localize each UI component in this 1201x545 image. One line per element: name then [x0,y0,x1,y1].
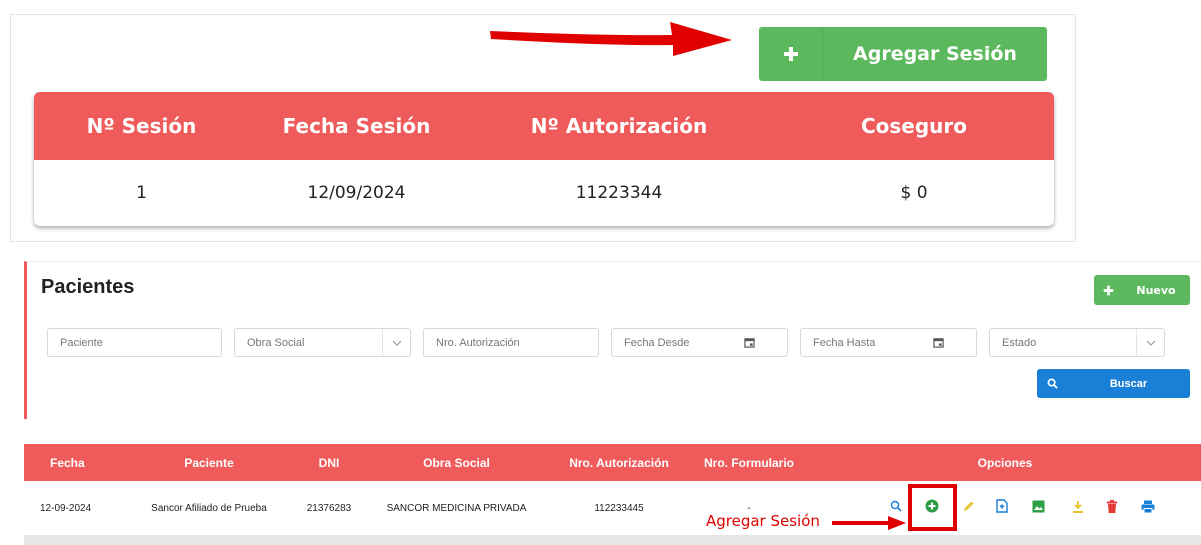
header-patient: Paciente [184,455,234,470]
header-authorization-number: Nº Autorización [530,114,708,138]
cell-patient: Sancor Afiliado de Prueba [151,502,267,514]
new-button[interactable]: Nuevo [1094,275,1190,305]
authorization-number-input[interactable]: Nro. Autorización [423,328,599,357]
header-options: Opciones [977,455,1033,470]
pencil-icon[interactable] [960,498,976,514]
file-upload-icon[interactable] [994,498,1010,514]
cell-copayment: $ 0 [900,183,928,203]
header-dni: DNI [318,455,340,470]
table-footer-strip [24,535,1201,545]
chevron-down-icon [382,329,410,356]
calendar-icon[interactable] [930,329,946,356]
sessions-table: Nº Sesión Fecha Sesión Nº Autorización C… [34,92,1054,226]
cell-session-date: 12/09/2024 [307,183,406,203]
cell-session-number: 1 [136,183,147,203]
calendar-icon[interactable] [741,329,757,356]
date-to-input[interactable]: Fecha Hasta [800,328,977,357]
plus-icon [759,27,823,81]
search-button[interactable]: Buscar [1037,369,1190,398]
print-icon[interactable] [1140,498,1156,514]
sessions-table-header: Nº Sesión Fecha Sesión Nº Autorización C… [34,92,1054,160]
date-to-placeholder: Fecha Hasta [813,336,876,349]
cell-health-insurance: SANCOR MEDICINA PRIVADA [386,502,527,514]
header-date: Fecha [50,455,85,470]
status-select[interactable]: Estado [989,328,1165,357]
page-title: Pacientes [41,276,135,298]
chevron-down-icon [1136,329,1164,356]
annotation-arrow-top [490,22,732,56]
header-copayment: Coseguro [860,114,968,138]
trash-icon[interactable] [1104,498,1120,514]
download-icon[interactable] [1070,498,1086,514]
image-icon[interactable] [1030,498,1046,514]
health-insurance-select[interactable]: Obra Social [234,328,411,357]
header-session-date: Fecha Sesión [282,114,431,138]
plus-icon [1094,285,1122,296]
header-authorization: Nro. Autorización [569,455,669,470]
annotation-highlight-box [908,484,957,531]
search-icon [1037,378,1067,389]
date-from-placeholder: Fecha Desde [624,336,690,349]
search-button-label: Buscar [1109,377,1148,390]
authorization-number-placeholder: Nro. Autorización [436,336,520,349]
date-from-input[interactable]: Fecha Desde [611,328,788,357]
patients-table-header: Fecha Paciente DNI Obra Social Nro. Auto… [24,444,1201,481]
patient-filter-input[interactable]: Paciente [47,328,222,357]
patients-table: Fecha Paciente DNI Obra Social Nro. Auto… [24,444,1201,545]
cell-date: 12-09-2024 [40,502,92,514]
status-placeholder: Estado [1002,336,1037,349]
cell-authorization-number: 11223344 [575,183,663,203]
add-session-label: Agregar Sesión [853,43,1017,65]
table-row[interactable]: 12-09-2024 Sancor Afiliado de Prueba 213… [24,481,1201,535]
add-session-button[interactable]: Agregar Sesión [759,27,1047,81]
header-health-insurance: Obra Social [423,455,490,470]
annotation-label: Agregar Sesión [706,512,820,530]
search-icon[interactable] [888,498,904,514]
patient-filter-placeholder: Paciente [60,336,103,349]
annotation-arrow-bottom [832,516,906,530]
cell-authorization: 112233445 [594,502,644,514]
new-button-label: Nuevo [1136,283,1176,297]
table-row[interactable]: 1 12/09/2024 11223344 $ 0 [34,160,1054,226]
header-session-number: Nº Sesión [86,114,197,138]
cell-dni: 21376283 [306,502,352,514]
header-form-number: Nro. Formulario [703,455,794,470]
health-insurance-placeholder: Obra Social [247,336,305,349]
